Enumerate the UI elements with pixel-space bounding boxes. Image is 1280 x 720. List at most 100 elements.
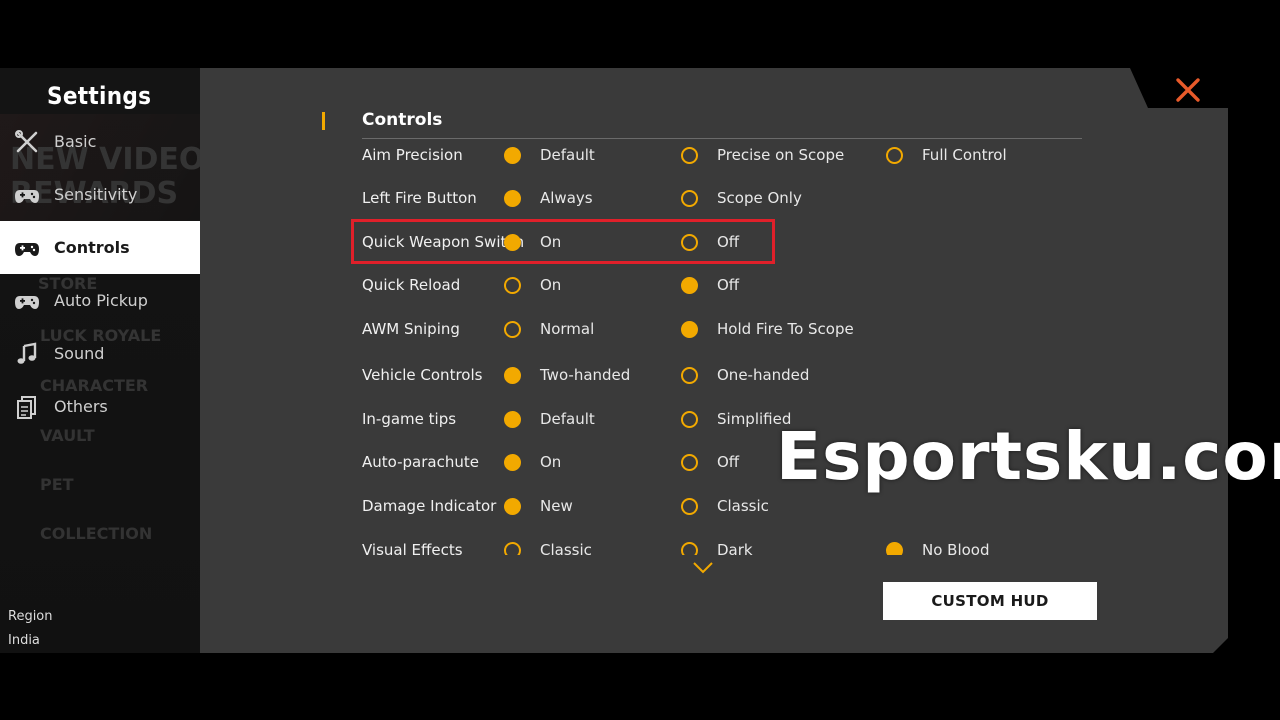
music-note-icon: [14, 341, 40, 367]
nav-item-sound[interactable]: Sound: [0, 327, 200, 380]
radio-selected-icon: [504, 453, 521, 471]
nav-item-others[interactable]: Others: [0, 380, 200, 433]
setting-row: Vehicle Controls Two-handed One-handed: [362, 362, 1122, 392]
option-label: Precise on Scope: [717, 146, 845, 164]
setting-label: Left Fire Button: [362, 189, 477, 207]
setting-row: AWM Sniping Normal Hold Fire To Scope: [362, 316, 1122, 346]
option-label: Normal: [540, 320, 595, 338]
radio-selected-icon: [504, 497, 521, 515]
setting-row: Quick Reload On Off: [362, 272, 1122, 302]
radio-unselected-icon: [504, 541, 521, 555]
radio-option[interactable]: Off: [681, 276, 739, 294]
option-label: On: [540, 453, 562, 471]
setting-label: In-game tips: [362, 410, 457, 428]
gamepad-icon: [14, 182, 40, 208]
documents-icon: [14, 394, 40, 420]
chevron-down-icon[interactable]: [692, 560, 714, 574]
radio-option[interactable]: One-handed: [681, 366, 809, 384]
radio-unselected-icon: [681, 410, 698, 428]
nav-item-basic[interactable]: Basic: [0, 115, 200, 168]
radio-selected-icon: [504, 146, 521, 164]
setting-label: Visual Effects: [362, 541, 463, 555]
radio-unselected-icon: [886, 146, 903, 164]
option-label: One-handed: [717, 366, 810, 384]
radio-option[interactable]: Scope Only: [681, 189, 802, 207]
highlight-box: [351, 219, 775, 264]
option-label: New: [540, 497, 573, 515]
option-label: Scope Only: [717, 189, 802, 207]
radio-option[interactable]: Full Control: [886, 146, 1007, 164]
option-label: No Blood: [922, 541, 990, 555]
option-label: Classic: [540, 541, 592, 555]
radio-option[interactable]: No Blood: [886, 541, 990, 555]
radio-option[interactable]: On: [504, 276, 561, 294]
setting-label: Aim Precision: [362, 146, 463, 164]
option-label: Default: [540, 410, 595, 428]
option-label: Classic: [717, 497, 769, 515]
radio-option[interactable]: Hold Fire To Scope: [681, 320, 854, 338]
radio-selected-icon: [681, 320, 698, 338]
region-value: India: [8, 633, 40, 648]
radio-selected-icon: [504, 189, 521, 207]
radio-unselected-icon: [504, 320, 521, 338]
option-label: Full Control: [922, 146, 1007, 164]
setting-row: Aim Precision Default Precise on Scope Full…: [362, 142, 1122, 172]
gamepad-icon: [14, 235, 40, 261]
watermark: Esportsku.com: [776, 418, 1280, 495]
radio-unselected-icon: [504, 276, 521, 294]
radio-option[interactable]: On: [504, 453, 561, 471]
radio-option[interactable]: Always: [504, 189, 593, 207]
radio-option[interactable]: Two-handed: [504, 366, 630, 384]
nav-item-label: Others: [54, 397, 108, 416]
radio-unselected-icon: [681, 366, 698, 384]
setting-label: Quick Reload: [362, 276, 461, 294]
radio-selected-icon: [886, 541, 903, 555]
nav-item-label: Auto Pickup: [54, 291, 148, 310]
radio-option[interactable]: Precise on Scope: [681, 146, 844, 164]
settings-title: Settings: [47, 82, 152, 110]
option-label: Dark: [717, 541, 753, 555]
option-label: Default: [540, 146, 595, 164]
bg-text: COLLECTION: [40, 524, 153, 543]
setting-row: Damage Indicator New Classic: [362, 493, 1122, 523]
option-label: Always: [540, 189, 593, 207]
radio-option[interactable]: Default: [504, 146, 595, 164]
nav-item-controls[interactable]: Controls: [0, 221, 200, 274]
nav-item-label: Sensitivity: [54, 185, 138, 204]
radio-option[interactable]: New: [504, 497, 573, 515]
radio-option[interactable]: Classic: [504, 541, 592, 555]
radio-unselected-icon: [681, 541, 698, 555]
radio-unselected-icon: [681, 189, 698, 207]
nav-item-auto-pickup[interactable]: Auto Pickup: [0, 274, 200, 327]
setting-row: Visual Effects Classic Dark No Blood: [362, 537, 1122, 555]
sidebar: Settings NEW VIDEO REWARDS STORE LUCK RO…: [0, 68, 200, 653]
section-marker: [322, 112, 325, 130]
setting-label: Damage Indicator: [362, 497, 497, 515]
region-label: Region: [8, 609, 53, 624]
radio-option[interactable]: Classic: [681, 497, 769, 515]
nav-item-sensitivity[interactable]: Sensitivity: [0, 168, 200, 221]
radio-unselected-icon: [681, 453, 698, 471]
radio-unselected-icon: [681, 497, 698, 515]
setting-label: AWM Sniping: [362, 320, 460, 338]
option-label: Hold Fire To Scope: [717, 320, 854, 338]
gamepad-icon: [14, 288, 40, 314]
region-info: Region India: [8, 605, 53, 653]
radio-selected-icon: [504, 366, 521, 384]
option-label: Off: [717, 276, 740, 294]
nav-item-label: Controls: [54, 238, 130, 257]
option-label: On: [540, 276, 562, 294]
bg-text: PET: [40, 475, 74, 494]
radio-option[interactable]: Normal: [504, 320, 594, 338]
radio-unselected-icon: [681, 146, 698, 164]
radio-option[interactable]: Off: [681, 453, 739, 471]
radio-option[interactable]: Simplified: [681, 410, 791, 428]
radio-option[interactable]: Dark: [681, 541, 753, 555]
option-label: Two-handed: [540, 366, 631, 384]
custom-hud-button[interactable]: CUSTOM HUD: [883, 582, 1097, 620]
setting-row: Left Fire Button Always Scope Only: [362, 185, 1122, 215]
radio-option[interactable]: Default: [504, 410, 595, 428]
setting-label: Auto-parachute: [362, 453, 479, 471]
setting-label: Vehicle Controls: [362, 366, 483, 384]
nav-item-label: Basic: [54, 132, 97, 151]
